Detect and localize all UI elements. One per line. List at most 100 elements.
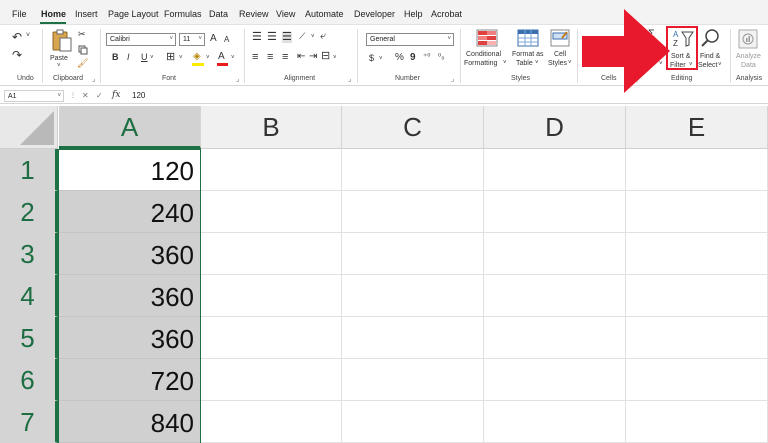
paste-icon[interactable] <box>51 29 73 53</box>
empty-cell[interactable] <box>484 359 626 401</box>
undo-dropdown-icon[interactable]: ˅ <box>26 32 30 39</box>
number-launcher-icon[interactable]: ⌟ <box>451 75 454 83</box>
find-select-label-1[interactable]: Find & <box>700 52 720 61</box>
empty-cell[interactable] <box>626 233 768 275</box>
top-align-icon[interactable]: ☰ <box>252 32 262 43</box>
find-select-icon[interactable] <box>700 28 720 48</box>
tab-file[interactable]: File <box>12 9 27 19</box>
tab-page-layout[interactable]: Page Layout <box>108 9 159 19</box>
fill-color-icon[interactable]: ◈ <box>193 52 201 62</box>
tab-developer[interactable]: Developer <box>354 9 395 19</box>
bottom-align-icon[interactable]: ☰ <box>282 32 292 43</box>
accounting-format-icon[interactable]: $ <box>369 54 374 63</box>
accounting-dropdown-icon[interactable]: ˅ <box>379 56 383 62</box>
font-size-dropdown[interactable]: 11 ˅ <box>179 33 205 46</box>
bold-icon[interactable]: B <box>112 53 119 62</box>
conditional-formatting-icon[interactable] <box>476 29 498 47</box>
orientation-dropdown-icon[interactable]: ˅ <box>311 34 315 40</box>
decrease-indent-icon[interactable]: ⇤ <box>297 52 305 62</box>
empty-cell[interactable] <box>626 401 768 443</box>
cell-styles-label-2[interactable]: Styles <box>548 59 567 68</box>
redo-icon[interactable]: ↷ <box>12 49 22 61</box>
row-header[interactable]: 5 <box>0 317 58 359</box>
merge-dropdown-icon[interactable]: ˅ <box>333 55 337 61</box>
percent-style-icon[interactable]: % <box>395 53 404 63</box>
empty-cell[interactable] <box>484 191 626 233</box>
font-launcher-icon[interactable]: ⌟ <box>236 75 239 83</box>
decrease-decimal-icon[interactable]: ⁰₀ <box>438 53 445 61</box>
format-as-table-dropdown-icon[interactable]: ˅ <box>535 59 539 68</box>
empty-cell[interactable] <box>201 317 342 359</box>
empty-cell[interactable] <box>484 317 626 359</box>
row-header[interactable]: 1 <box>0 149 58 191</box>
cancel-icon[interactable]: ✕ <box>82 91 89 100</box>
row-header[interactable]: 4 <box>0 275 58 317</box>
empty-cell[interactable] <box>626 191 768 233</box>
paste-label[interactable]: Paste <box>50 54 68 63</box>
empty-cell[interactable] <box>626 359 768 401</box>
column-header-a[interactable]: A <box>59 106 201 149</box>
column-header-c[interactable]: C <box>342 106 484 149</box>
table-cell[interactable]: 240 <box>59 191 200 233</box>
row-header[interactable]: 7 <box>0 401 58 443</box>
decrease-font-size-icon[interactable]: A <box>224 36 229 44</box>
conditional-formatting-dropdown-icon[interactable]: ˅ <box>503 59 507 68</box>
cell-styles-dropdown-icon[interactable]: ˅ <box>568 59 572 68</box>
fill-color-dropdown-icon[interactable]: ˅ <box>206 55 210 61</box>
borders-dropdown-icon[interactable]: ˅ <box>179 55 183 61</box>
format-painter-icon[interactable]: 🖌 <box>77 59 88 68</box>
orientation-icon[interactable]: ⟋ <box>299 32 305 41</box>
underline-icon[interactable]: U <box>141 53 148 62</box>
tab-home[interactable]: Home <box>41 9 66 19</box>
wrap-text-icon[interactable]: ⤶ <box>320 31 326 42</box>
clipboard-launcher-icon[interactable]: ⌟ <box>92 75 95 83</box>
tab-formulas[interactable]: Formulas <box>164 9 202 19</box>
enter-icon[interactable]: ✓ <box>96 91 103 100</box>
select-all-button[interactable] <box>0 106 58 149</box>
empty-cell[interactable] <box>342 233 484 275</box>
name-box[interactable]: A1 ˅ <box>4 90 64 102</box>
increase-indent-icon[interactable]: ⇥ <box>309 52 317 62</box>
empty-cell[interactable] <box>201 359 342 401</box>
italic-icon[interactable]: I <box>127 53 130 62</box>
middle-align-icon[interactable]: ☰ <box>267 32 277 43</box>
row-header[interactable]: 3 <box>0 233 58 275</box>
empty-cell[interactable] <box>201 191 342 233</box>
empty-cell[interactable] <box>342 191 484 233</box>
analyze-data-icon[interactable] <box>738 29 758 49</box>
align-right-icon[interactable]: ≡ <box>282 52 288 63</box>
conditional-formatting-label-1[interactable]: Conditional <box>466 50 501 59</box>
empty-cell[interactable] <box>342 359 484 401</box>
empty-cell[interactable] <box>484 149 626 191</box>
tab-help[interactable]: Help <box>404 9 423 19</box>
table-cell[interactable]: 720 <box>59 359 200 401</box>
empty-cell[interactable] <box>201 149 342 191</box>
underline-dropdown-icon[interactable]: ˅ <box>150 55 154 61</box>
undo-icon[interactable]: ↶ <box>12 31 22 43</box>
tab-automate[interactable]: Automate <box>305 9 344 19</box>
borders-icon[interactable]: ⊞ <box>166 52 175 63</box>
empty-cell[interactable] <box>201 233 342 275</box>
align-left-icon[interactable]: ≡ <box>252 52 258 63</box>
cell-styles-label-1[interactable]: Cell <box>554 50 566 59</box>
alignment-launcher-icon[interactable]: ⌟ <box>348 75 351 83</box>
comma-style-icon[interactable]: 9 <box>410 53 416 63</box>
font-color-icon[interactable]: A <box>218 52 225 62</box>
empty-cell[interactable] <box>484 233 626 275</box>
table-cell[interactable]: 360 <box>59 317 200 359</box>
column-header-e[interactable]: E <box>626 106 768 149</box>
cut-icon[interactable]: ✂ <box>78 30 86 39</box>
empty-cell[interactable] <box>342 275 484 317</box>
conditional-formatting-label-2[interactable]: Formatting <box>464 59 497 68</box>
empty-cell[interactable] <box>626 275 768 317</box>
table-cell[interactable]: 840 <box>59 401 200 443</box>
insert-function-icon[interactable]: fx <box>112 90 120 100</box>
number-format-dropdown[interactable]: General ˅ <box>366 33 454 46</box>
align-center-icon[interactable]: ≡ <box>267 52 273 63</box>
empty-cell[interactable] <box>484 275 626 317</box>
tab-review[interactable]: Review <box>239 9 269 19</box>
empty-cell[interactable] <box>201 401 342 443</box>
analyze-data-label-2[interactable]: Data <box>741 61 756 70</box>
tab-insert[interactable]: Insert <box>75 9 98 19</box>
empty-cell[interactable] <box>342 401 484 443</box>
